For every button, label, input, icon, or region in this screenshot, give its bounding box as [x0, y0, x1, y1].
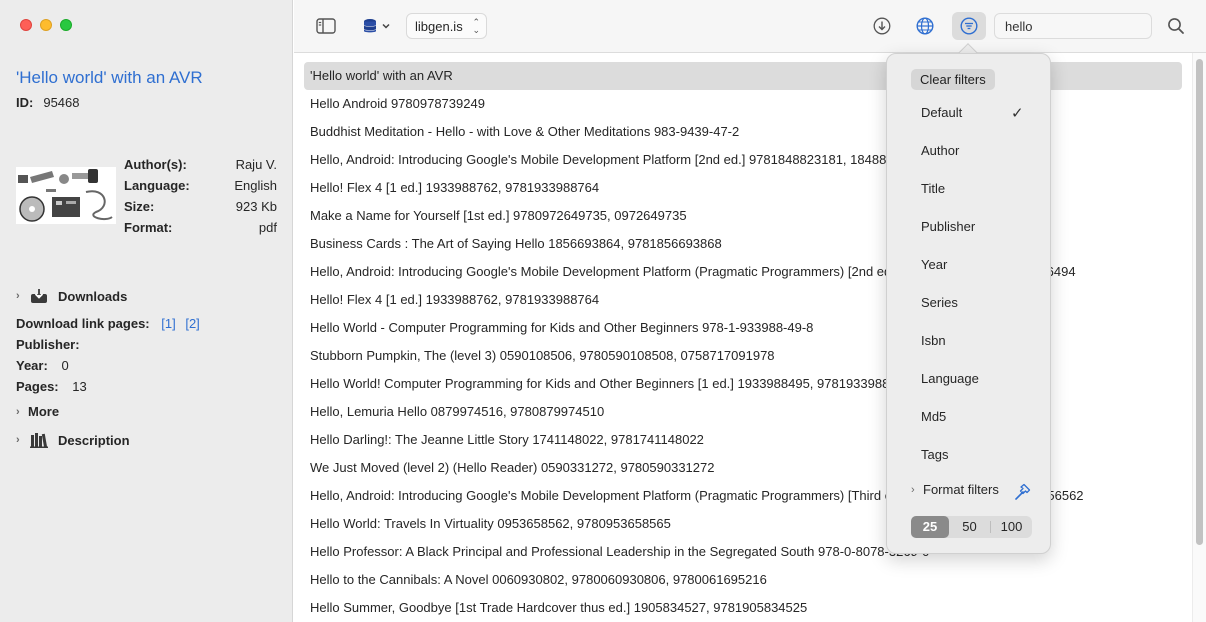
filter-button[interactable] — [952, 12, 986, 40]
chevron-down-icon — [381, 23, 390, 29]
results-scrollbar[interactable] — [1192, 53, 1206, 622]
download-pages-label: Download link pages: — [16, 316, 150, 331]
result-row[interactable]: Hello Summer, Goodbye [1st Trade Hardcov… — [304, 594, 1182, 622]
minimize-window-button[interactable] — [40, 19, 52, 31]
downloads-button[interactable] — [870, 14, 894, 38]
sidebar-icon — [316, 18, 336, 34]
window-controls — [20, 19, 72, 31]
book-cover-image — [16, 167, 116, 224]
sort-option-md5[interactable]: Md5 — [921, 407, 946, 427]
sort-option-publisher[interactable]: Publisher — [921, 217, 975, 237]
meta-format: Format: pdf — [124, 220, 277, 241]
meta-label: Format: — [124, 220, 173, 235]
page-size-100[interactable]: 100 — [991, 516, 1032, 538]
publisher-line: Publisher: — [16, 337, 80, 352]
downloads-label: Downloads — [58, 288, 128, 304]
scrollbar-thumb[interactable] — [1196, 59, 1203, 545]
books-icon — [30, 433, 48, 448]
database-icon — [363, 19, 376, 33]
meta-value: Raju V. — [235, 157, 277, 172]
toolbar: libgen.is ⌃ ⌄ — [294, 0, 1206, 53]
filter-popover: Clear filters Default ✓ Author Title Pub… — [886, 53, 1051, 554]
globe-icon — [916, 17, 934, 35]
clear-filters-button[interactable]: Clear filters — [911, 69, 995, 90]
download-link-1[interactable]: [1] — [161, 316, 175, 331]
meta-size: Size: 923 Kb — [124, 199, 277, 220]
hammer-icon[interactable] — [1013, 483, 1031, 501]
more-disclosure[interactable]: › More — [16, 404, 59, 419]
download-tray-icon — [31, 289, 47, 303]
zoom-window-button[interactable] — [60, 19, 72, 31]
format-filters-label: Format filters — [923, 482, 999, 497]
page-size-25[interactable]: 25 — [911, 516, 949, 538]
sort-option-isbn[interactable]: Isbn — [921, 331, 946, 351]
meta-label: Size: — [124, 199, 155, 214]
meta-value: pdf — [258, 220, 277, 235]
search-input[interactable] — [994, 13, 1152, 39]
download-circle-icon — [873, 17, 891, 35]
sort-option-author[interactable]: Author — [921, 141, 959, 161]
sort-option-language[interactable]: Language — [921, 369, 979, 389]
filter-circle-icon — [960, 17, 978, 35]
detail-sidebar: 'Hello world' with an AVR ID: 95468 Auth… — [0, 0, 293, 622]
sort-option-year[interactable]: Year — [921, 255, 947, 275]
download-link-pages: Download link pages: [1] [2] — [16, 316, 200, 331]
result-row[interactable]: Hello to the Cannibals: A Novel 00609308… — [304, 566, 1182, 594]
meta-language: Language: English — [124, 178, 277, 199]
updown-chevron-icon: ⌃ ⌄ — [472, 17, 480, 35]
meta-label: Language: — [124, 178, 190, 193]
source-select[interactable]: libgen.is ⌃ ⌄ — [406, 13, 487, 39]
page-size-50[interactable]: 50 — [949, 516, 990, 538]
pages-value: 13 — [72, 379, 87, 394]
book-metadata: Author(s): Raju V. Language: English Siz… — [124, 157, 277, 241]
book-id: ID: 95468 — [16, 95, 80, 110]
chevron-right-icon: › — [16, 434, 20, 446]
more-label: More — [28, 404, 60, 419]
sort-option-series[interactable]: Series — [921, 293, 958, 313]
sort-option-default[interactable]: Default — [921, 103, 962, 123]
year-line: Year: 0 — [16, 358, 69, 373]
chevron-right-icon: › — [16, 405, 20, 418]
sort-option-tags[interactable]: Tags — [921, 445, 948, 465]
description-label: Description — [58, 432, 130, 448]
year-label: Year: — [16, 358, 48, 373]
meta-value: 923 Kb — [235, 199, 277, 214]
pages-label: Pages: — [16, 379, 59, 394]
book-id-label: ID: — [16, 95, 34, 110]
close-window-button[interactable] — [20, 19, 32, 31]
sort-option-title[interactable]: Title — [921, 179, 945, 199]
publisher-label: Publisher: — [16, 337, 80, 352]
chevron-right-icon: › — [911, 483, 915, 496]
mirror-globe-button[interactable] — [913, 14, 937, 38]
results-list: 'Hello world' with an AVR Hello Android … — [294, 53, 1192, 622]
app-window: 'Hello world' with an AVR ID: 95468 Auth… — [0, 0, 1206, 622]
search-icon — [1168, 18, 1184, 34]
meta-label: Author(s): — [124, 157, 187, 172]
download-link-2[interactable]: [2] — [185, 316, 199, 331]
downloads-disclosure[interactable]: › Downloads — [16, 288, 127, 304]
book-title: 'Hello world' with an AVR — [16, 68, 203, 87]
checkmark-icon: ✓ — [1011, 105, 1024, 122]
source-select-value: libgen.is — [415, 18, 463, 34]
pages-line: Pages: 13 — [16, 379, 87, 394]
results-list-body: 'Hello world' with an AVR Hello Android … — [294, 53, 1192, 622]
page-size-segmented-control: 25 50 100 — [911, 516, 1032, 538]
year-value: 0 — [61, 358, 69, 373]
library-menu-button[interactable] — [360, 14, 392, 38]
chevron-right-icon: › — [16, 290, 20, 302]
search-button[interactable] — [1164, 14, 1188, 38]
description-disclosure[interactable]: › Description — [16, 432, 130, 448]
book-id-value: 95468 — [43, 95, 80, 110]
toggle-sidebar-button[interactable] — [314, 14, 338, 38]
meta-value: English — [234, 178, 277, 193]
format-filters-disclosure[interactable]: › Format filters — [911, 482, 999, 497]
meta-author: Author(s): Raju V. — [124, 157, 277, 178]
